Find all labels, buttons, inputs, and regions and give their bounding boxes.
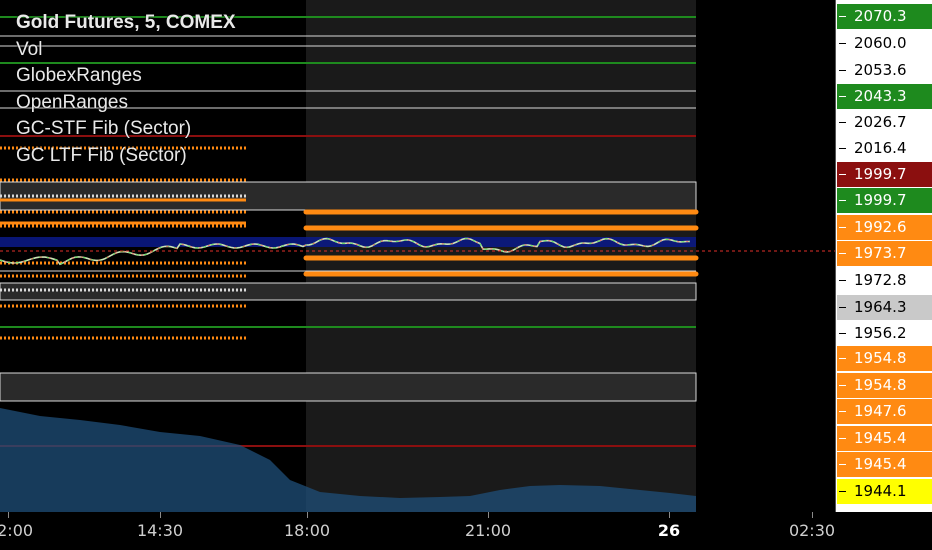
price-label: 2043.3 — [837, 84, 932, 109]
time-tick — [488, 512, 489, 518]
time-tick — [307, 512, 308, 518]
time-tick — [160, 512, 161, 518]
price-label: 2053.6 — [837, 58, 932, 83]
time-label: 21:00 — [464, 521, 512, 540]
current-price-label: 1944.1 — [837, 479, 932, 504]
time-label: 14:30 — [136, 521, 184, 540]
price-label: 1964.3 — [837, 295, 932, 320]
price-label: 2016.4 — [837, 136, 932, 161]
price-label: 1954.8 — [837, 346, 932, 371]
price-label: 1945.4 — [837, 426, 932, 451]
time-label: 02:30 — [788, 521, 836, 540]
price-label: 1956.2 — [837, 321, 932, 346]
price-label: 1999.7 — [837, 188, 932, 213]
legend-study-ltf-fib[interactable]: GC LTF Fib (Sector) — [16, 143, 236, 170]
price-label: 1973.7 — [837, 241, 932, 266]
price-label: 1972.8 — [837, 268, 932, 293]
legend-study-open-ranges[interactable]: OpenRanges — [16, 90, 236, 117]
legend-study-stf-fib[interactable]: GC-STF Fib (Sector) — [16, 116, 236, 143]
price-label: 1992.6 — [837, 215, 932, 240]
range-box — [0, 372, 697, 402]
time-tick — [8, 512, 9, 518]
price-label: 2070.3 — [837, 4, 932, 29]
range-band — [0, 237, 696, 247]
time-label-day: 26 — [657, 521, 681, 540]
price-axis[interactable]: 2070.3 2060.0 2053.6 2043.3 2026.7 2016.… — [835, 0, 932, 512]
price-label: 2026.7 — [837, 110, 932, 135]
time-tick — [812, 512, 813, 518]
price-label: 1945.4 — [837, 452, 932, 477]
legend-study-globex-ranges[interactable]: GlobexRanges — [16, 63, 236, 90]
time-label: 12:00 — [0, 521, 34, 540]
time-axis[interactable]: 12:00 14:30 18:00 21:00 26 02:30 — [0, 512, 932, 550]
legend-study-vol[interactable]: Vol — [16, 37, 236, 64]
future-area — [696, 0, 835, 512]
price-label: 1954.8 — [837, 373, 932, 398]
chart-legend: Gold Futures, 5, COMEX Vol GlobexRanges … — [16, 10, 236, 169]
price-label: 1999.7 — [837, 162, 932, 187]
time-tick — [669, 512, 670, 518]
time-label: 18:00 — [283, 521, 331, 540]
chart-area[interactable]: Gold Futures, 5, COMEX Vol GlobexRanges … — [0, 0, 835, 512]
price-label: 1947.6 — [837, 399, 932, 424]
legend-symbol[interactable]: Gold Futures, 5, COMEX — [16, 10, 236, 37]
price-label: 2060.0 — [837, 31, 932, 56]
